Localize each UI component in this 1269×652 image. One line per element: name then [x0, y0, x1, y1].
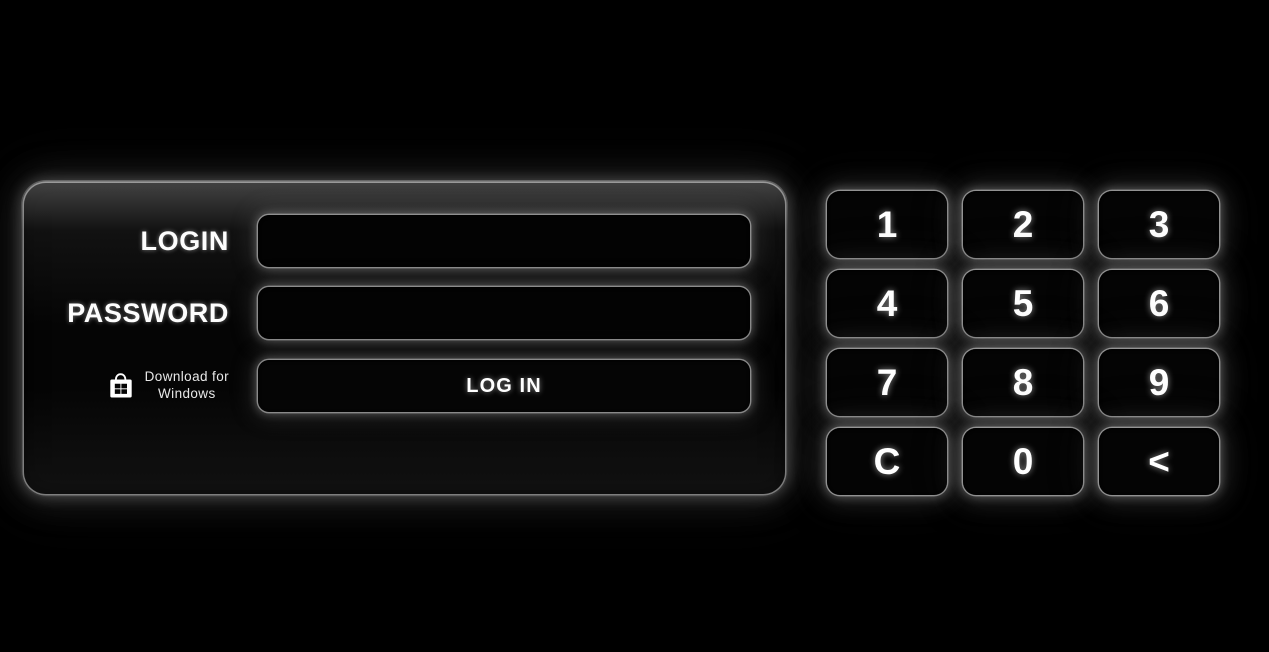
download-label-line1: Download for	[144, 369, 229, 385]
keypad-key-0[interactable]: 0	[963, 428, 1083, 495]
password-label: PASSWORD	[67, 297, 229, 328]
keypad-key-backspace[interactable]: <	[1099, 428, 1219, 495]
keypad-key-9[interactable]: 9	[1099, 349, 1219, 416]
keypad-key-8[interactable]: 8	[963, 349, 1083, 416]
log-in-button[interactable]: LOG IN	[258, 360, 750, 412]
login-panel: LOGIN PASSWORD Download for Windows LOG …	[21, 180, 788, 497]
keypad-key-1[interactable]: 1	[827, 191, 947, 258]
login-label: LOGIN	[140, 225, 229, 256]
keypad-key-clear[interactable]: C	[827, 428, 947, 495]
keypad-key-3[interactable]: 3	[1099, 191, 1219, 258]
download-for-windows-label: Download for Windows	[145, 369, 229, 403]
password-input-wrapper	[258, 287, 750, 339]
keypad-key-5[interactable]: 5	[963, 270, 1083, 337]
keypad-key-4[interactable]: 4	[827, 270, 947, 337]
keypad-key-6[interactable]: 6	[1099, 270, 1219, 337]
download-for-windows-badge[interactable]: Download for Windows	[24, 369, 229, 403]
app-screen: LOGIN PASSWORD Download for Windows LOG …	[0, 0, 1269, 652]
keypad-key-2[interactable]: 2	[963, 191, 1083, 258]
keypad-key-7[interactable]: 7	[827, 349, 947, 416]
login-form: LOGIN PASSWORD Download for Windows LOG …	[24, 183, 785, 494]
password-input[interactable]	[258, 287, 750, 339]
microsoft-store-bag-icon	[109, 373, 132, 398]
numeric-keypad: 1 2 3 4 5 6 7 8 9 C 0 <	[827, 191, 1219, 495]
login-field-row: LOGIN	[24, 215, 785, 267]
login-input-wrapper	[258, 215, 750, 267]
login-input[interactable]	[258, 215, 750, 267]
action-row: Download for Windows LOG IN	[24, 360, 785, 412]
download-label-line2: Windows	[158, 386, 216, 401]
login-button-wrapper: LOG IN	[258, 360, 750, 412]
password-field-row: PASSWORD	[24, 287, 785, 339]
